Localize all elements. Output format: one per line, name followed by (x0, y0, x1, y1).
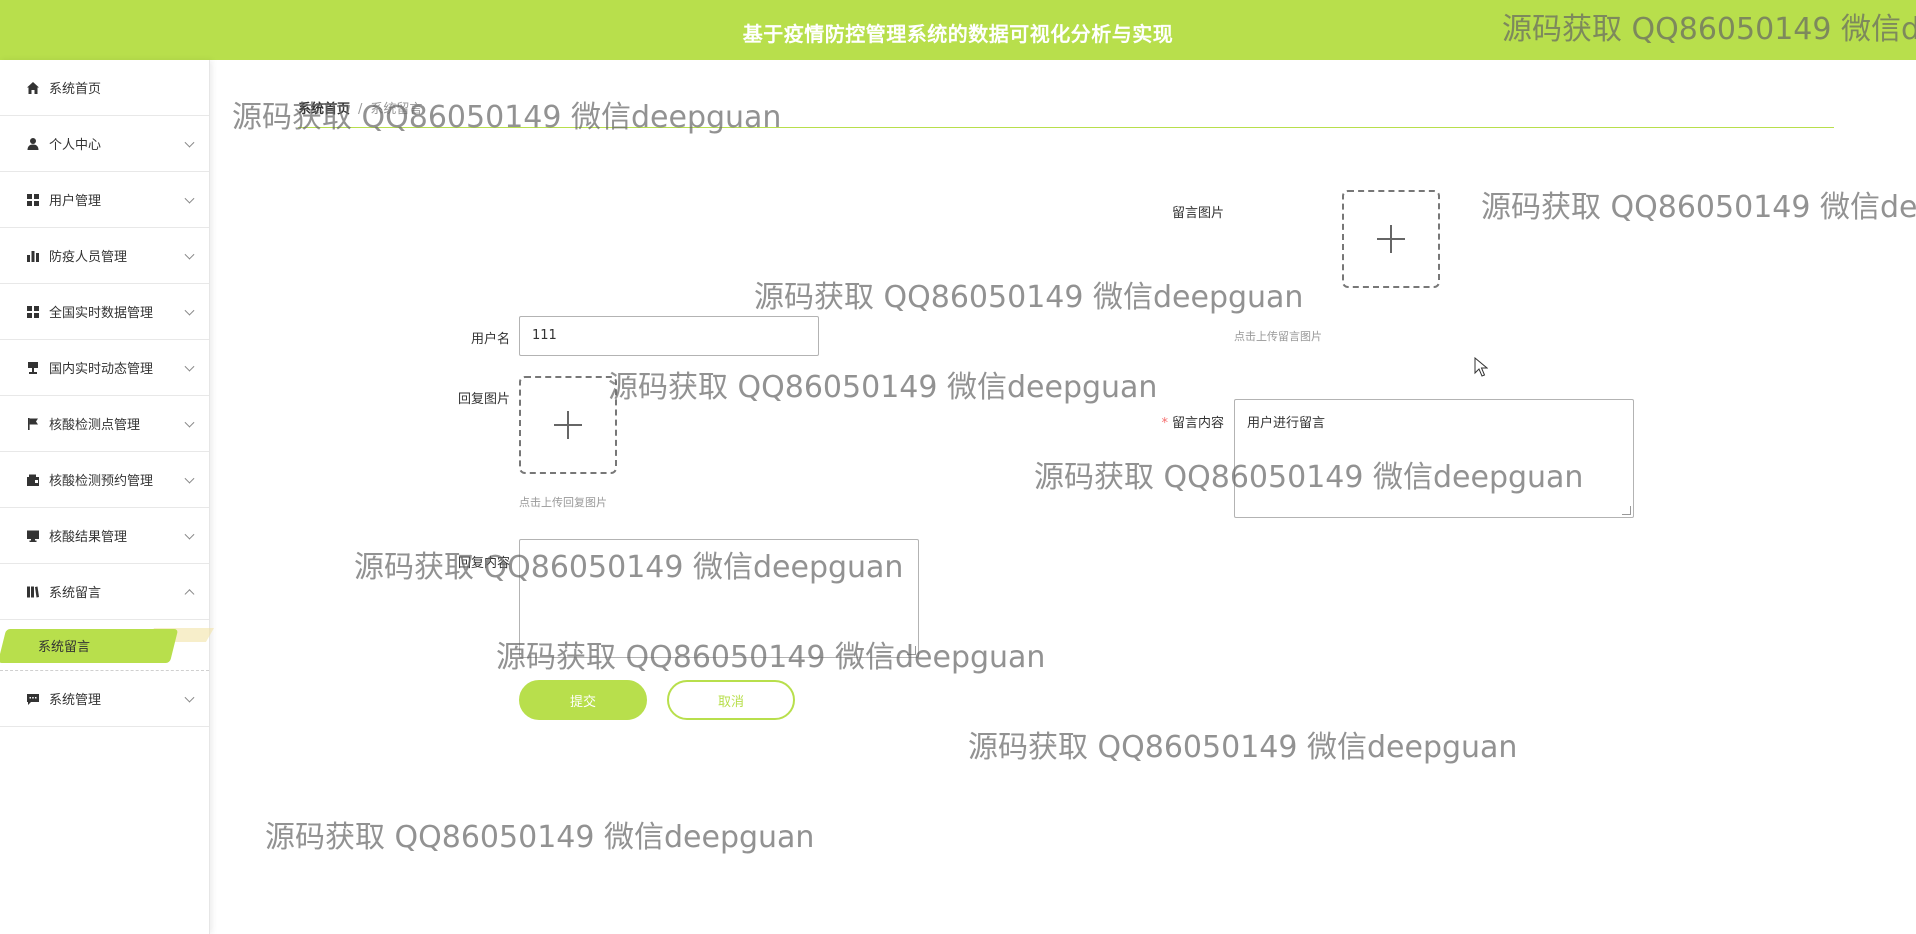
username-label: 用户名 (470, 332, 510, 347)
sidebar-item-label: 核酸结果管理 (49, 530, 128, 545)
sidebar-item-domestic-realtime-news[interactable]: 国内实时动态管理 (0, 340, 209, 396)
sidebar-item-label: 国内实时动态管理 (49, 362, 154, 377)
sidebar-item-label: 个人中心 (49, 138, 102, 153)
top-header-bar: 基于疫情防控管理系统的数据可视化分析与实现 (0, 0, 1916, 60)
sidebar-item-label: 系统留言 (49, 586, 102, 601)
chevron-down-icon (184, 193, 195, 204)
watermark: 源码获取 QQ86050149 微信deepguan (968, 730, 1518, 765)
message-content-textarea[interactable]: 用户进行留言 (1234, 399, 1634, 518)
home-icon (26, 81, 40, 95)
bar-chart-icon (26, 249, 40, 263)
resize-handle-icon[interactable] (907, 646, 916, 655)
reply-image-tip: 点击上传回复图片 (519, 496, 607, 509)
chevron-down-icon (184, 249, 195, 260)
message-content-label: * 留言内容 (1104, 412, 1224, 431)
mouse-cursor-icon (1474, 357, 1488, 377)
reply-image-upload[interactable] (519, 376, 617, 474)
message-image-tip: 点击上传留言图片 (1234, 330, 1322, 343)
chevron-down-icon (184, 473, 195, 484)
sidebar-item-home[interactable]: 系统首页 (0, 60, 209, 116)
sidebar-item-label: 用户管理 (49, 194, 102, 209)
sidebar-item-label: 全国实时数据管理 (49, 306, 154, 321)
sidebar-item-epidemic-staff[interactable]: 防疫人员管理 (0, 228, 209, 284)
wallet-icon (26, 473, 40, 487)
breadcrumb-home[interactable]: 系统首页 (298, 102, 350, 117)
chevron-up-icon (184, 588, 195, 599)
flag-icon (26, 417, 40, 431)
reply-content-label: 回复内容 (457, 556, 510, 571)
breadcrumb-separator: / (358, 102, 363, 117)
monitor-icon (26, 529, 40, 543)
watermark: 源码获取 QQ86050149 微信deepguan (265, 820, 815, 855)
sidebar-item-test-results[interactable]: 核酸结果管理 (0, 508, 209, 564)
chevron-down-icon (184, 305, 195, 316)
sidebar-item-label: 系统首页 (49, 82, 102, 97)
sidebar-item-test-sites[interactable]: 核酸检测点管理 (0, 396, 209, 452)
sidebar-item-system-messages[interactable]: 系统留言 (0, 564, 209, 620)
breadcrumb-current: 系统留言 (370, 102, 423, 117)
sidebar-item-personal-center[interactable]: 个人中心 (0, 116, 209, 172)
submit-button[interactable]: 提交 (519, 680, 647, 720)
stamp-icon (26, 361, 40, 375)
watermark: 源码获取 QQ86050149 微信deepguan (1481, 190, 1916, 225)
sidebar-item-national-realtime-data[interactable]: 全国实时数据管理 (0, 284, 209, 340)
app-title: 基于疫情防控管理系统的数据可视化分析与实现 (742, 22, 1174, 46)
watermark: 源码获取 QQ86050149 微信deepguan (754, 280, 1304, 315)
reply-content-textarea[interactable] (519, 539, 919, 658)
watermark: 源码获取 QQ86050149 微信deepguan (608, 370, 1158, 405)
chevron-down-icon (184, 692, 195, 703)
sidebar: 系统首页 个人中心 用户管理 防疫人员管理 全国实时数据管理 国内实时动态管理 (0, 60, 215, 934)
book-icon (26, 585, 40, 599)
sidebar-item-label: 核酸检测预约管理 (49, 474, 154, 489)
submenu-item-label: 系统留言 (38, 640, 91, 655)
chat-icon (26, 692, 40, 706)
chevron-down-icon (184, 361, 195, 372)
required-asterisk: * (1161, 416, 1168, 431)
message-content-value: 用户进行留言 (1247, 416, 1326, 431)
breadcrumb-divider (298, 127, 1834, 128)
plus-icon (1377, 225, 1405, 253)
sidebar-item-label: 防疫人员管理 (49, 250, 128, 265)
grid-icon (26, 193, 40, 207)
chevron-down-icon (184, 529, 195, 540)
user-icon (26, 137, 40, 151)
submenu-item-system-messages[interactable]: 系统留言 (0, 620, 215, 671)
sidebar-item-test-appointments[interactable]: 核酸检测预约管理 (0, 452, 209, 508)
username-field[interactable]: 111 (519, 316, 819, 356)
chevron-down-icon (184, 137, 195, 148)
chevron-down-icon (184, 417, 195, 428)
cancel-button[interactable]: 取消 (667, 680, 795, 720)
plus-icon (554, 411, 582, 439)
sidebar-item-label: 核酸检测点管理 (49, 418, 141, 433)
reply-image-label: 回复图片 (457, 392, 510, 407)
sidebar-item-user-management[interactable]: 用户管理 (0, 172, 209, 228)
sidebar-item-system-management[interactable]: 系统管理 (0, 671, 209, 727)
message-image-label: 留言图片 (1171, 206, 1224, 221)
sidebar-item-label: 系统管理 (49, 693, 102, 708)
breadcrumb: 系统首页 / 系统留言 (298, 98, 422, 117)
grid-icon (26, 305, 40, 319)
message-image-upload[interactable] (1342, 190, 1440, 288)
resize-handle-icon[interactable] (1622, 506, 1631, 515)
message-content-label-text: 留言内容 (1171, 416, 1224, 431)
